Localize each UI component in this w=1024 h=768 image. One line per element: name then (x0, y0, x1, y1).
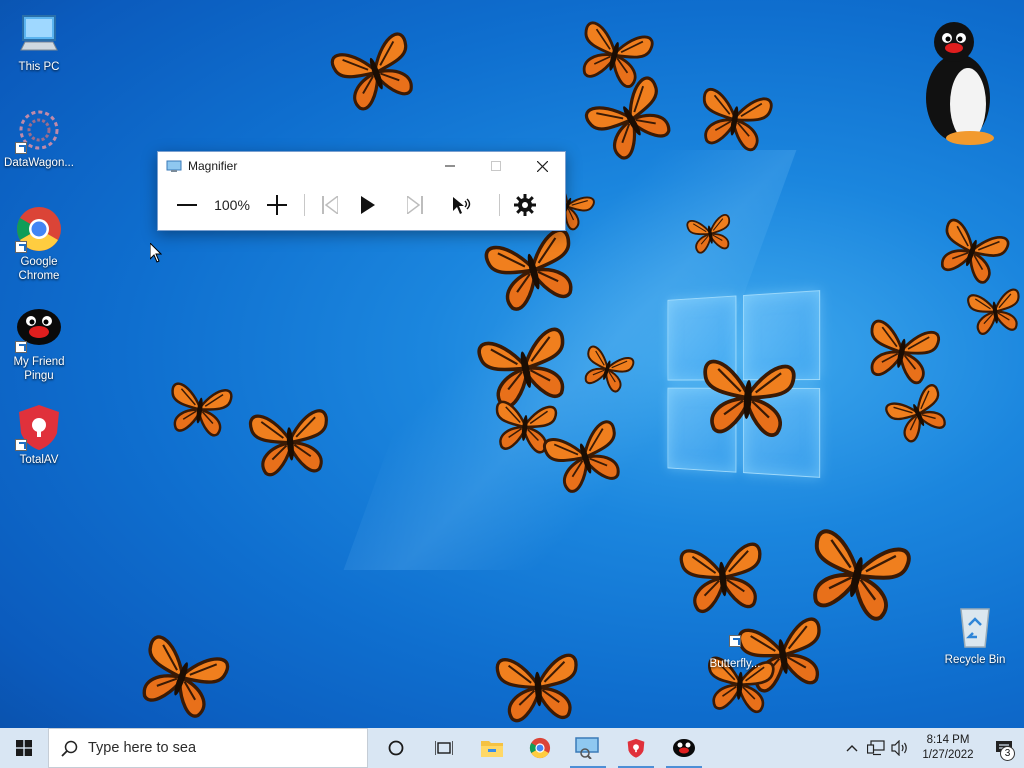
maximize-button (473, 152, 519, 180)
network-button[interactable] (864, 728, 888, 768)
shortcut-arrow-icon (15, 241, 27, 253)
totalav-icon (626, 737, 646, 759)
magnifier-icon (575, 737, 601, 759)
datawagon-icon (15, 106, 63, 154)
zoom-out-button[interactable] (172, 187, 202, 223)
chrome-icon (529, 737, 551, 759)
network-icon (867, 740, 885, 756)
taskbar-clock[interactable]: 8:14 PM 1/27/2022 (912, 733, 984, 763)
desktop-icon-my-friend-pingu[interactable]: My Friend Pingu (1, 305, 77, 383)
butterfly-graphic (121, 612, 244, 738)
chevron-up-icon (846, 744, 858, 752)
desktop-icon-butterfly[interactable]: Butterfly... (697, 633, 773, 671)
butterfly-graphic (157, 346, 242, 470)
minimize-icon (445, 161, 455, 171)
butterfly-shortcut-icon (711, 633, 759, 655)
desktop-icon-label: This PC (1, 60, 77, 74)
chrome-icon (15, 205, 63, 253)
read-from-here-button[interactable] (437, 187, 487, 223)
windows-start-icon (16, 740, 32, 756)
butterfly-graphic (240, 381, 339, 498)
desktop-icon-label: Google Chrome (1, 255, 77, 283)
close-button[interactable] (519, 152, 565, 180)
desktop-icon-totalav[interactable]: TotalAV (1, 403, 77, 467)
toolbar-divider (304, 194, 305, 216)
show-hidden-icons-button[interactable] (840, 728, 864, 768)
clock-time: 8:14 PM (912, 733, 984, 748)
taskbar-file-explorer[interactable] (468, 728, 516, 768)
desktop-icon-label: TotalAV (1, 453, 77, 467)
zoom-level: 100% (202, 197, 262, 213)
desktop-icon-this-pc[interactable]: This PC (1, 10, 77, 74)
play-icon (361, 196, 375, 214)
desktop-icon-datawagon[interactable]: DataWagon... (1, 106, 77, 170)
recycle-bin-icon (951, 603, 999, 651)
close-icon (537, 161, 548, 172)
system-tray: 8:14 PM 1/27/2022 3 (840, 728, 1024, 768)
butterfly-graphic (958, 256, 1024, 363)
desktop-icon-recycle-bin[interactable]: Recycle Bin (937, 603, 1013, 667)
taskbar-totalav[interactable] (612, 728, 660, 768)
previous-button (317, 187, 343, 223)
search-placeholder: Type here to sea (88, 740, 196, 756)
shortcut-arrow-icon (15, 439, 27, 451)
read-from-here-icon (451, 195, 473, 215)
search-icon (61, 740, 78, 757)
notification-count-badge: 3 (1000, 746, 1015, 761)
toolbar-divider (499, 194, 500, 216)
pingu-icon (15, 305, 63, 353)
window-title: Magnifier (188, 159, 427, 173)
desktop-icon-label: DataWagon... (1, 156, 77, 170)
volume-button[interactable] (888, 728, 912, 768)
desktop-icon-label: Recycle Bin (937, 653, 1013, 667)
magnifier-window[interactable]: Magnifier 100% (157, 151, 566, 231)
taskbar-magnifier[interactable] (564, 728, 612, 768)
zoom-in-button[interactable] (262, 187, 292, 223)
desktop-icon-google-chrome[interactable]: Google Chrome (1, 205, 77, 283)
butterfly-graphic (690, 346, 806, 443)
gear-icon (514, 194, 536, 216)
play-button[interactable] (343, 187, 393, 223)
settings-button[interactable] (512, 187, 538, 223)
next-button (393, 187, 437, 223)
taskbar-search-box[interactable]: Type here to sea (48, 728, 368, 768)
taskbar-chrome[interactable] (516, 728, 564, 768)
taskbar-cortana[interactable] (372, 728, 420, 768)
cortana-icon (388, 740, 404, 756)
minimize-button[interactable] (427, 152, 473, 180)
taskbar-task-view[interactable] (420, 728, 468, 768)
clock-date: 1/27/2022 (912, 748, 984, 763)
start-button[interactable] (0, 728, 48, 768)
totalav-icon (15, 403, 63, 451)
action-center-button[interactable]: 3 (984, 728, 1024, 768)
mouse-cursor (150, 243, 162, 263)
shortcut-arrow-icon (729, 635, 741, 647)
taskbar-pingu[interactable] (660, 728, 708, 768)
shortcut-arrow-icon (15, 142, 27, 154)
skip-previous-icon (322, 196, 338, 214)
taskbar: Type here to sea 8:14 PM 1/27/2022 3 (0, 728, 1024, 768)
pingu-icon (672, 738, 696, 758)
skip-next-icon (407, 196, 423, 214)
magnifier-title-bar[interactable]: Magnifier (158, 152, 565, 180)
shortcut-arrow-icon (15, 341, 27, 353)
desktop-icon-label: My Friend Pingu (1, 355, 77, 383)
desktop-icon-label: Butterfly... (697, 657, 773, 671)
maximize-icon (491, 161, 501, 171)
butterfly-graphic (485, 642, 590, 729)
file-explorer-icon (481, 739, 503, 757)
speaker-icon (891, 740, 909, 756)
pingu-mascot (918, 20, 998, 146)
zoom-in-icon (267, 195, 287, 215)
magnifier-app-icon (166, 160, 182, 173)
butterfly-graphic (316, 8, 435, 133)
this-pc-icon (15, 10, 63, 58)
task-view-icon (435, 740, 453, 756)
zoom-out-icon (177, 195, 197, 215)
magnifier-toolbar: 100% (158, 180, 565, 230)
